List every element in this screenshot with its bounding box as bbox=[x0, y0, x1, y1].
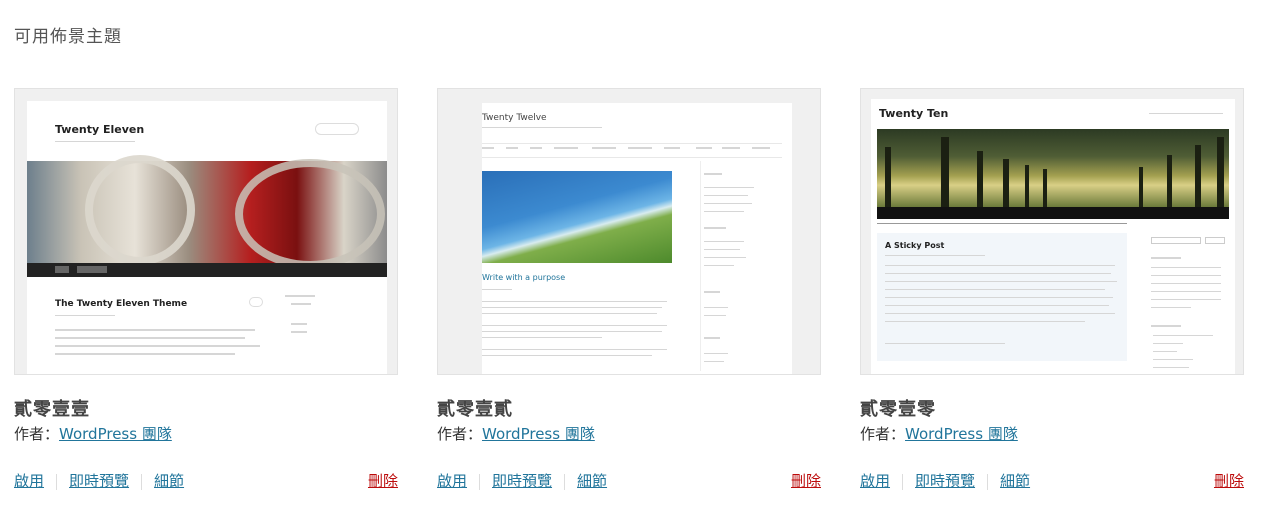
live-preview-link[interactable]: 即時預覽 bbox=[69, 472, 129, 490]
theme-actions: 啟用 即時預覽 細節 刪除 bbox=[860, 470, 1244, 492]
live-preview-link[interactable]: 即時預覽 bbox=[492, 472, 552, 490]
delete-link[interactable]: 刪除 bbox=[368, 470, 398, 491]
preview-post-title: Write with a purpose bbox=[482, 273, 566, 282]
author-link[interactable]: WordPress 團隊 bbox=[59, 425, 172, 443]
theme-name: 貳零壹零 bbox=[860, 399, 936, 420]
preview-nav-bar bbox=[877, 207, 1229, 219]
action-divider bbox=[987, 473, 989, 490]
delete-link[interactable]: 刪除 bbox=[1214, 470, 1244, 491]
delete-link[interactable]: 刪除 bbox=[791, 470, 821, 491]
preview-sticky-post: A Sticky Post bbox=[877, 233, 1127, 361]
action-divider bbox=[564, 473, 566, 490]
theme-name: 貳零壹貳 bbox=[437, 399, 513, 420]
activate-link[interactable]: 啟用 bbox=[860, 472, 890, 490]
author-prefix: 作者： bbox=[14, 425, 60, 443]
action-divider bbox=[902, 473, 904, 490]
activate-link[interactable]: 啟用 bbox=[437, 472, 467, 490]
preview-post-title: A Sticky Post bbox=[885, 241, 945, 250]
theme-screenshot[interactable]: Twenty Eleven The Twenty Eleven Theme bbox=[14, 88, 398, 375]
theme-author: 作者：WordPress 團隊 bbox=[860, 423, 1244, 444]
details-link[interactable]: 細節 bbox=[154, 472, 184, 490]
theme-actions: 啟用 即時預覽 細節 刪除 bbox=[437, 470, 821, 492]
theme-card-twenty-ten: Twenty Ten A Sticky Post 貳零壹零 作者：WordPre… bbox=[860, 88, 1244, 492]
theme-card-twenty-twelve: Twenty Twelve Write with a purpose 貳零壹貳 … bbox=[437, 88, 821, 492]
preview-site-title: Twenty Eleven bbox=[55, 123, 145, 136]
author-link[interactable]: WordPress 團隊 bbox=[482, 425, 595, 443]
theme-author: 作者：WordPress 團隊 bbox=[437, 423, 821, 444]
theme-card-twenty-eleven: Twenty Eleven The Twenty Eleven Theme 貳零… bbox=[14, 88, 398, 492]
details-link[interactable]: 細節 bbox=[1000, 472, 1030, 490]
preview-featured-image bbox=[482, 171, 672, 263]
theme-screenshot[interactable]: Twenty Twelve Write with a purpose bbox=[437, 88, 821, 375]
action-divider bbox=[141, 473, 143, 490]
page-title: 可用佈景主題 bbox=[14, 27, 122, 47]
preview-header-image bbox=[27, 155, 387, 269]
theme-preview-site: Twenty Eleven The Twenty Eleven Theme bbox=[27, 101, 387, 374]
preview-nav-bar bbox=[27, 263, 387, 277]
action-divider bbox=[56, 473, 58, 490]
details-link[interactable]: 細節 bbox=[577, 472, 607, 490]
preview-search-box bbox=[315, 123, 359, 135]
preview-site-title: Twenty Twelve bbox=[482, 113, 547, 123]
action-divider bbox=[479, 473, 481, 490]
live-preview-link[interactable]: 即時預覽 bbox=[915, 472, 975, 490]
author-prefix: 作者： bbox=[437, 425, 483, 443]
theme-screenshot[interactable]: Twenty Ten A Sticky Post bbox=[860, 88, 1244, 375]
theme-preview-site: Twenty Ten A Sticky Post bbox=[871, 99, 1235, 374]
preview-post-title: The Twenty Eleven Theme bbox=[55, 299, 188, 309]
theme-preview-site: Twenty Twelve Write with a purpose bbox=[482, 103, 792, 374]
preview-site-title: Twenty Ten bbox=[879, 107, 949, 120]
theme-actions: 啟用 即時預覽 細節 刪除 bbox=[14, 470, 398, 492]
theme-author: 作者：WordPress 團隊 bbox=[14, 423, 398, 444]
theme-name: 貳零壹壹 bbox=[14, 399, 90, 420]
author-prefix: 作者： bbox=[860, 425, 906, 443]
preview-header-image bbox=[877, 129, 1229, 207]
author-link[interactable]: WordPress 團隊 bbox=[905, 425, 1018, 443]
activate-link[interactable]: 啟用 bbox=[14, 472, 44, 490]
